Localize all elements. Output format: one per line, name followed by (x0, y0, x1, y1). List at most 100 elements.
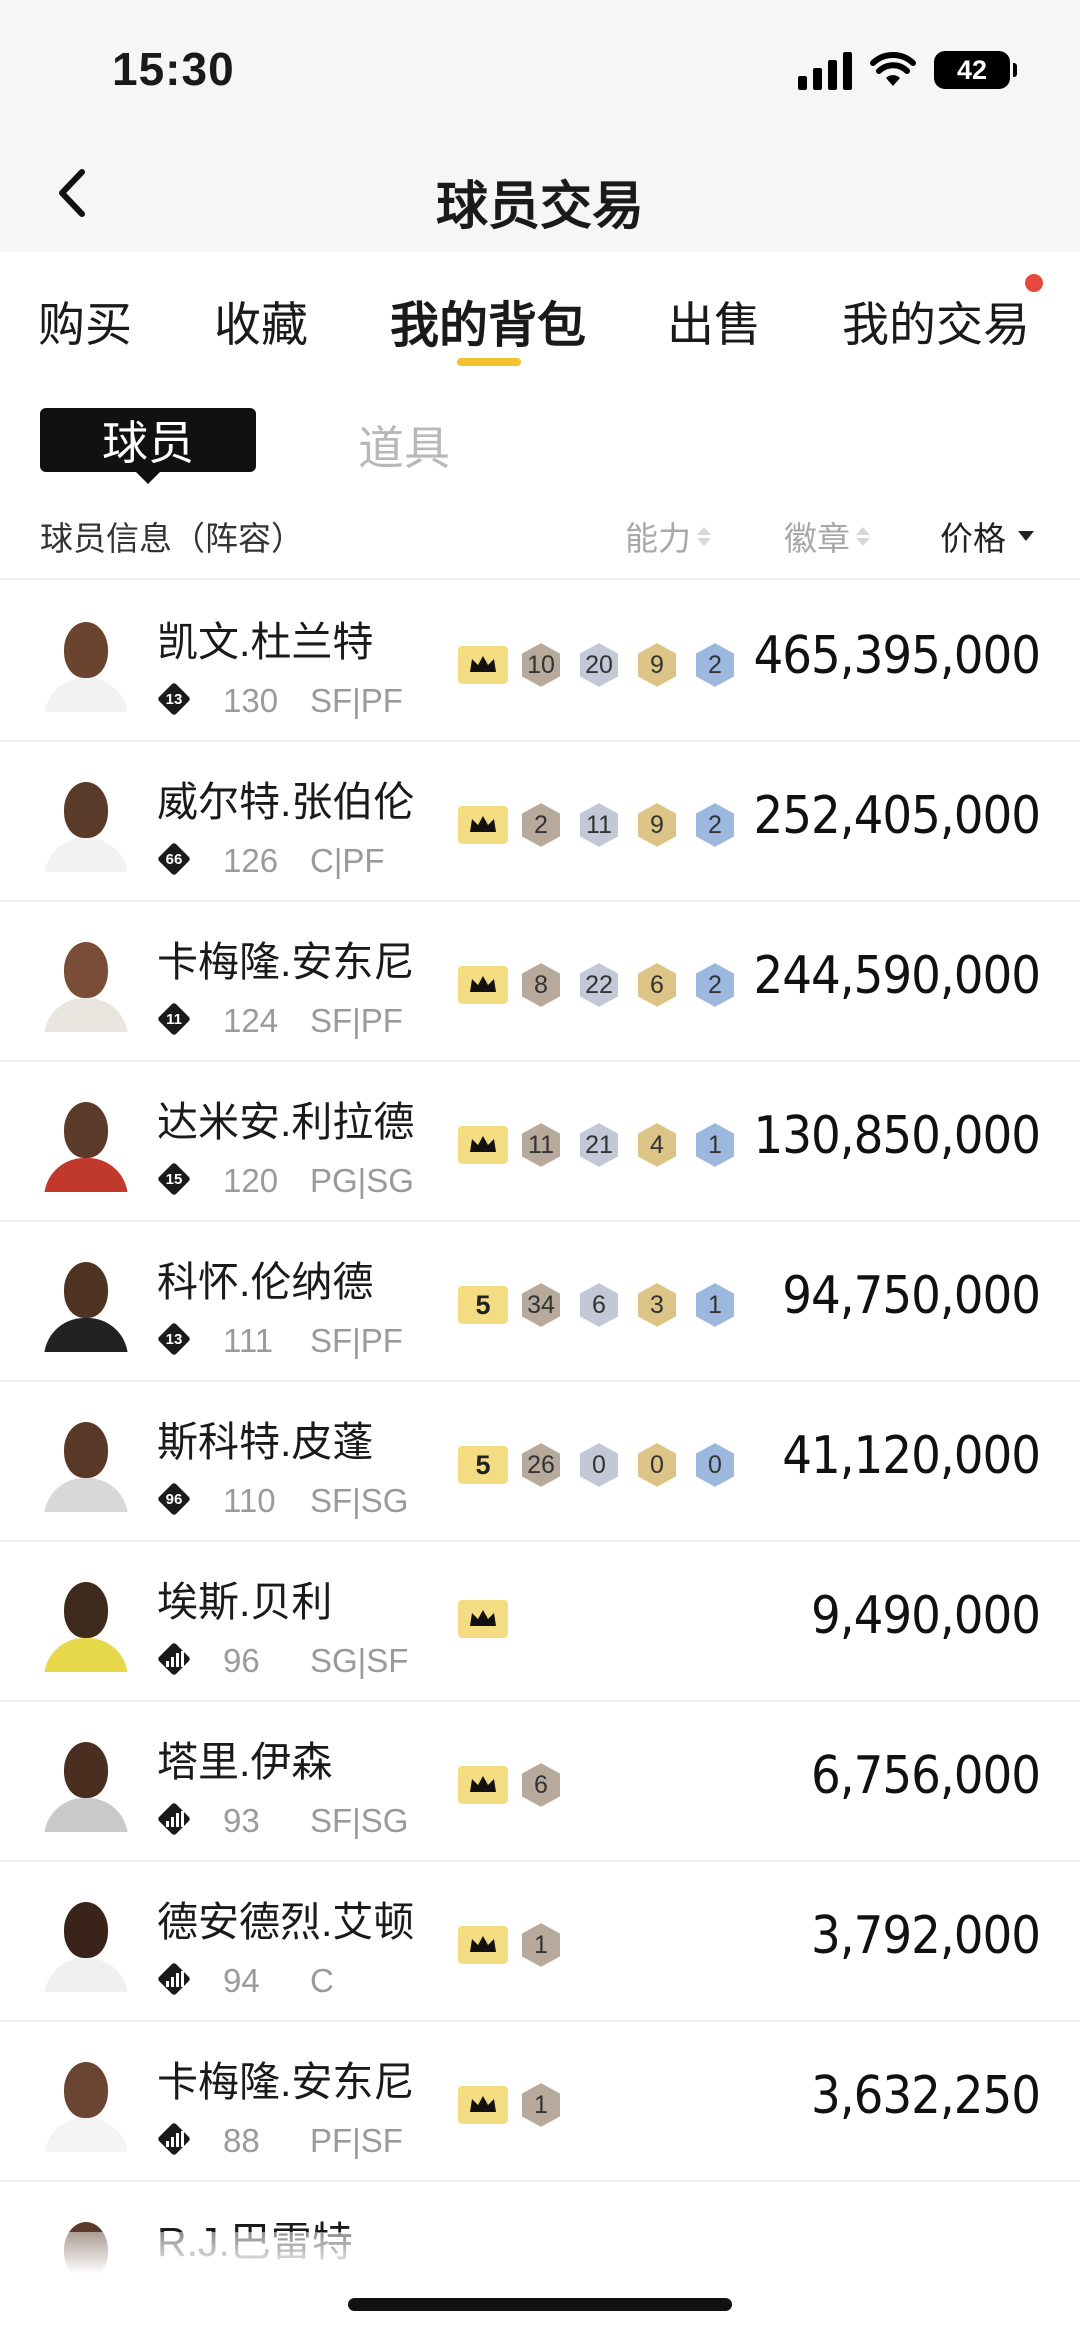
player-avatar (40, 1252, 132, 1352)
badge-count-hex: 34 (516, 1280, 566, 1330)
tab-bar: 购买 收藏 我的背包 出售 我的交易 (0, 252, 1080, 382)
segment-items[interactable]: 道具 (358, 412, 450, 478)
segment-players[interactable]: 球员 (40, 408, 256, 484)
crown-icon (458, 646, 508, 684)
player-price: 9,490,000 (810, 1586, 1041, 1646)
badge-count-hex: 8 (516, 960, 566, 1010)
sort-price[interactable]: 价格 (940, 512, 1034, 560)
tier-badge-icon: 96 (157, 1482, 191, 1516)
player-position: PF|SF (310, 2122, 403, 2159)
sort-ability[interactable]: 能力 (625, 512, 711, 560)
sort-price-label: 价格 (940, 520, 1006, 557)
badge-group: 5 26 0 0 0 (458, 1440, 740, 1490)
player-rating: 130 (223, 682, 279, 719)
player-name: 科怀.伦纳德 (157, 1259, 374, 1305)
badge-count-hex: 1 (516, 2080, 566, 2130)
player-avatar (40, 1732, 132, 1832)
crown-icon (458, 2086, 508, 2124)
badge-group: 1 (458, 2080, 566, 2130)
player-row[interactable]: 科怀.伦纳德 13 111 SF|PF 5 34 6 3 1 94,750,000 (0, 1222, 1080, 1382)
tab-my-trades[interactable]: 我的交易 (842, 286, 1030, 355)
player-name: 塔里.伊森 (157, 1739, 333, 1785)
player-position: SF|PF (310, 1002, 403, 1039)
player-price: 130,850,000 (753, 1106, 1041, 1166)
badge-count: 6 (592, 1290, 606, 1319)
player-row[interactable]: 德安德烈.艾顿 94 C 1 3,792,000 (0, 1862, 1080, 2022)
player-position: SG|SF (310, 1642, 409, 1679)
badge-count: 34 (527, 1290, 555, 1319)
sort-arrows-icon (856, 526, 870, 546)
badge-count-hex: 26 (516, 1440, 566, 1490)
player-row[interactable]: 卡梅隆.安东尼 88 PF|SF 1 3,632,250 (0, 2022, 1080, 2182)
crown-icon (458, 1126, 508, 1164)
badge-count-hex: 9 (632, 800, 682, 850)
player-price: 252,405,000 (753, 786, 1041, 846)
player-name: 威尔特.张伯伦 (157, 779, 415, 825)
badge-group: 6 (458, 1760, 566, 1810)
badge-count-hex: 1 (516, 1920, 566, 1970)
badge-group: 8 22 6 2 (458, 960, 740, 1010)
badge-count-hex: 2 (516, 800, 566, 850)
badge-count: 1 (708, 1130, 722, 1159)
badge-count-hex: 10 (516, 640, 566, 690)
player-rating: 94 (223, 1962, 260, 1999)
caret-down-icon (1018, 531, 1034, 541)
tier-badge-icon: 11 (157, 1002, 191, 1036)
bottom-fade (0, 2232, 1080, 2337)
badge-count: 1 (534, 1930, 548, 1959)
badge-count-hex: 20 (574, 640, 624, 690)
player-avatar (40, 1092, 132, 1192)
player-position: SF|SG (310, 1802, 409, 1839)
player-avatar (40, 1572, 132, 1672)
player-price: 465,395,000 (753, 626, 1041, 686)
badge-count-hex: 11 (574, 800, 624, 850)
badge-count: 0 (650, 1450, 664, 1479)
player-row[interactable]: 威尔特.张伯伦 66 126 C|PF 2 11 9 2 252,405,000 (0, 742, 1080, 902)
crown-icon (458, 1926, 508, 1964)
player-rating: 126 (223, 842, 279, 879)
player-rating: 111 (223, 1322, 274, 1359)
badge-group: 5 34 6 3 1 (458, 1280, 740, 1330)
player-row[interactable]: 卡梅隆.安东尼 11 124 SF|PF 8 22 6 2 244,590,000 (0, 902, 1080, 1062)
player-price: 3,792,000 (810, 1906, 1041, 1966)
tier-number: 15 (165, 1170, 183, 1188)
player-price: 94,750,000 (782, 1266, 1041, 1326)
sort-badges[interactable]: 徽章 (784, 512, 870, 560)
player-name: 斯科特.皮蓬 (157, 1419, 374, 1465)
home-indicator[interactable] (348, 2298, 732, 2311)
badge-count: 0 (592, 1450, 606, 1479)
battery-level: 42 (956, 54, 988, 85)
badge-count: 11 (586, 810, 612, 839)
player-rating: 124 (223, 1002, 279, 1039)
badge-count-hex: 3 (632, 1280, 682, 1330)
notification-dot (1025, 274, 1043, 292)
player-name: 卡梅隆.安东尼 (157, 939, 415, 985)
tab-sell[interactable]: 出售 (667, 286, 761, 355)
player-position: SF|PF (310, 1322, 403, 1359)
badge-count: 1 (534, 2090, 548, 2119)
tab-favorites[interactable]: 收藏 (214, 286, 308, 355)
badge-count-hex: 9 (632, 640, 682, 690)
status-bar: 15:30 42 (0, 0, 1080, 140)
cellular-signal-icon (798, 50, 852, 90)
tab-my-backpack[interactable]: 我的背包 (390, 286, 586, 357)
player-row[interactable]: 达米安.利拉德 15 120 PG|SG 11 21 4 1 130,850,000 (0, 1062, 1080, 1222)
crown-icon (458, 1600, 508, 1638)
badge-count: 21 (585, 1130, 613, 1159)
player-row[interactable]: 斯科特.皮蓬 96 110 SF|SG 5 26 0 0 0 41,120,000 (0, 1382, 1080, 1542)
player-row[interactable]: 埃斯.贝利 96 SG|SF 9,490,000 (0, 1542, 1080, 1702)
player-rating: 93 (223, 1802, 260, 1839)
status-time: 15:30 (112, 43, 235, 95)
player-price: 41,120,000 (782, 1426, 1041, 1486)
column-header: 球员信息（阵容） 能力 徽章 价格 (0, 500, 1080, 580)
player-price: 244,590,000 (753, 946, 1041, 1006)
player-row[interactable]: 塔里.伊森 93 SF|SG 6 6,756,000 (0, 1702, 1080, 1862)
badge-count: 9 (650, 650, 664, 679)
sort-arrows-icon (697, 526, 711, 546)
badge-count-hex: 11 (516, 1120, 566, 1170)
badge-count-hex: 21 (574, 1120, 624, 1170)
tier-number: 11 (166, 1010, 182, 1028)
nav-bar: 球员交易 (0, 140, 1080, 252)
tab-buy[interactable]: 购买 (38, 286, 132, 355)
player-row[interactable]: 凯文.杜兰特 13 130 SF|PF 10 20 9 2 465,395,000 (0, 582, 1080, 742)
